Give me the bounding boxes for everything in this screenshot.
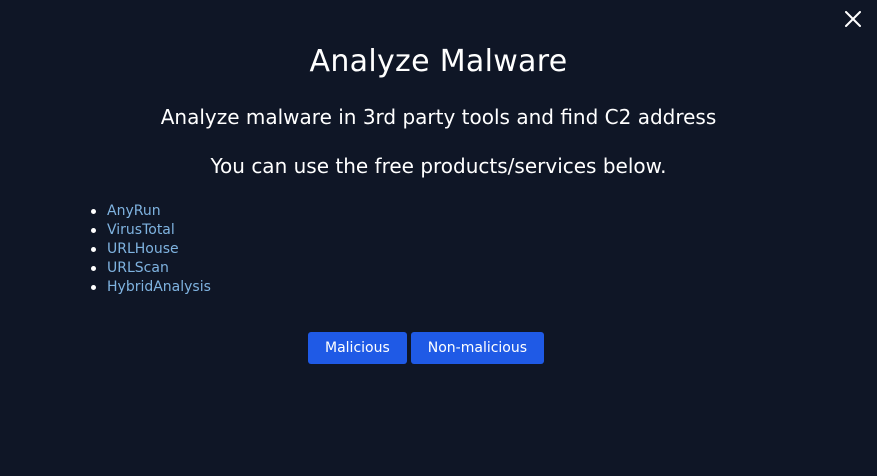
- tools-list: AnyRun VirusTotal URLHouse URLScan Hybri…: [91, 202, 211, 297]
- non-malicious-button[interactable]: Non-malicious: [410, 332, 545, 364]
- modal-title: Analyze Malware: [309, 44, 568, 79]
- action-buttons: Malicious Non-malicious: [308, 332, 545, 364]
- close-button[interactable]: [843, 9, 863, 29]
- list-item: AnyRun: [91, 202, 211, 221]
- analyze-malware-modal: Analyze Malware Analyze malware in 3rd p…: [0, 0, 877, 476]
- list-item: URLScan: [91, 259, 211, 278]
- tool-link-anyrun[interactable]: AnyRun: [107, 203, 161, 219]
- tool-link-urlscan[interactable]: URLScan: [107, 260, 169, 276]
- close-icon: [845, 11, 861, 27]
- list-item: VirusTotal: [91, 221, 211, 240]
- malicious-button[interactable]: Malicious: [308, 332, 407, 364]
- modal-subtitle: Analyze malware in 3rd party tools and f…: [160, 105, 717, 129]
- tool-link-hybridanalysis[interactable]: HybridAnalysis: [107, 279, 211, 295]
- list-item: HybridAnalysis: [91, 278, 211, 297]
- tool-link-urlhouse[interactable]: URLHouse: [107, 241, 179, 257]
- tool-link-virustotal[interactable]: VirusTotal: [107, 222, 175, 238]
- list-item: URLHouse: [91, 240, 211, 259]
- modal-hint: You can use the free products/services b…: [210, 154, 667, 178]
